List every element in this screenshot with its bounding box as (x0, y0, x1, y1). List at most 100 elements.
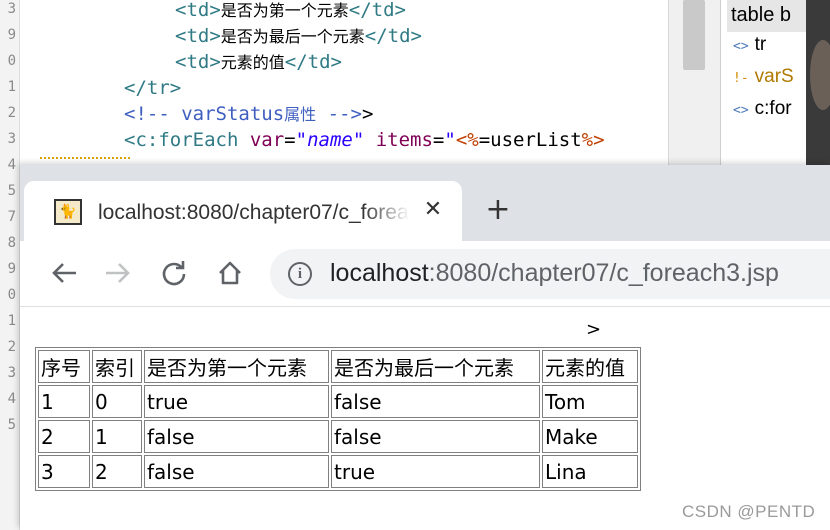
url-text[interactable]: localhost:8080/chapter07/c_foreach3.jsp (330, 259, 779, 288)
code-token: 元素的值 (220, 53, 285, 72)
line-number: 4 (7, 391, 16, 407)
code-token: <c:forEach (124, 129, 250, 151)
code-token: var (249, 129, 285, 151)
table-cell: 0 (92, 385, 142, 418)
code-token: <!-- varStatus (124, 103, 285, 125)
comment-node-icon: !- (733, 71, 749, 86)
browser-toolbar: i localhost:8080/chapter07/c_foreach3.js… (20, 241, 830, 307)
code-token: <% (455, 129, 479, 151)
code-token: </td> (364, 25, 422, 47)
code-token: <td> (175, 25, 221, 47)
table-body: 1 0 true false Tom 2 1 false false Make 3 2 false tru… (38, 385, 638, 488)
outline-item[interactable]: <> tr (733, 34, 807, 56)
code-token: 属性 (284, 105, 317, 124)
code-token: > (361, 103, 374, 125)
table-cell: 2 (38, 420, 90, 453)
table-header-row: 序号 索引 是否为第一个元素 是否为最后一个元素 元素的值 (38, 350, 638, 383)
page-content: > 序号 索引 是否为第一个元素 是否为最后一个元素 元素的值 1 0 true false T… (20, 307, 830, 530)
table-cell: true (331, 455, 540, 488)
reload-icon[interactable] (156, 255, 192, 291)
address-bar[interactable]: i localhost:8080/chapter07/c_foreach3.js… (270, 249, 830, 299)
browser-window: 🐈 localhost:8080/chapter07/c_foreach3.js… (20, 165, 830, 530)
code-token: items (375, 129, 433, 151)
code-token: </tr> (124, 77, 182, 99)
forward-arrow-icon[interactable] (100, 255, 136, 291)
code-line[interactable]: <c:forEach var="name" items="<%=userList… (124, 127, 605, 153)
line-number: 3 (7, 131, 16, 147)
editor-scrollbar[interactable] (668, 0, 720, 172)
tab-strip: 🐈 localhost:8080/chapter07/c_foreach3.js… (20, 165, 830, 241)
line-number: 4 (7, 157, 16, 173)
element-node-icon: <> (733, 39, 749, 54)
line-number: 2 (7, 339, 16, 355)
site-info-icon[interactable]: i (288, 262, 312, 286)
code-token: = (284, 129, 296, 151)
line-number: 5 (7, 183, 16, 199)
code-token: <td> (175, 51, 221, 73)
tab-title: localhost:8080/chapter07/c_foreach3.jsp (98, 201, 410, 224)
new-tab-button[interactable]: + (480, 193, 516, 229)
scrollbar-thumb[interactable] (683, 0, 705, 70)
code-token: 是否为最后一个元素 (220, 27, 365, 46)
table-cell: Lina (542, 455, 638, 488)
outline-item[interactable]: !- varS (733, 66, 807, 88)
close-tab-icon[interactable]: ✕ (418, 195, 448, 225)
line-number: 2 (7, 105, 16, 121)
table-row: 3 2 false true Lina (38, 455, 638, 488)
column-header: 是否为第一个元素 (144, 350, 329, 383)
code-line[interactable]: <td>是否为最后一个元素</td> (175, 23, 422, 50)
code-line[interactable]: <td>元素的值</td> (175, 49, 342, 76)
watermark: CSDN @PENTD (682, 502, 816, 521)
code-token: =userList (478, 129, 582, 151)
home-icon[interactable] (212, 255, 248, 291)
table-cell: false (144, 455, 329, 488)
table-cell: 2 (92, 455, 142, 488)
line-number: 9 (7, 261, 16, 277)
table-cell: true (144, 385, 329, 418)
line-number: 3 (7, 1, 16, 17)
line-number: 9 (7, 27, 16, 43)
code-editor[interactable]: <td>是否为第一个元素</td> <td>是否为最后一个元素</td> <td>元… (0, 0, 830, 172)
column-header: 序号 (38, 350, 90, 383)
code-token: = (432, 129, 445, 151)
line-number: 1 (7, 313, 16, 329)
line-number: 8 (7, 235, 16, 251)
outline-item-label: varS (754, 66, 794, 87)
code-token: " (444, 129, 456, 151)
code-token: --> (316, 103, 362, 125)
code-line[interactable]: </tr> (124, 75, 181, 101)
table-cell: false (331, 385, 540, 418)
line-number: 5 (7, 417, 16, 433)
tomcat-favicon-icon: 🐈 (54, 199, 82, 225)
code-token: %> (581, 129, 605, 151)
background-blur (810, 40, 830, 110)
table-row: 1 0 true false Tom (38, 385, 638, 418)
code-token: </td> (284, 51, 342, 73)
foreach-result-table: 序号 索引 是否为第一个元素 是否为最后一个元素 元素的值 1 0 true false Tom… (35, 347, 641, 491)
line-number-gutter: 3 9 0 1 2 3 4 5 7 8 9 0 1 2 3 4 5 (0, 0, 20, 530)
table-cell: Tom (542, 385, 638, 418)
code-line[interactable]: <td>是否为第一个元素</td> (175, 0, 406, 24)
table-cell: 1 (38, 385, 90, 418)
code-token: <td> (175, 0, 221, 21)
line-number: 3 (7, 365, 16, 381)
line-number: 0 (7, 287, 16, 303)
outline-item[interactable]: <> c:for (733, 98, 807, 120)
url-path: :8080/chapter07/c_foreach3.jsp (428, 259, 779, 287)
column-header: 是否为最后一个元素 (331, 350, 540, 383)
column-header: 元素的值 (542, 350, 638, 383)
table-cell: false (144, 420, 329, 453)
element-node-icon: <> (733, 103, 749, 118)
stray-text: > (586, 319, 602, 340)
code-line[interactable]: <!-- varStatus属性 -->> (124, 101, 373, 128)
outline-panel: table b <> tr !- varS <> c:for (720, 0, 807, 172)
back-arrow-icon[interactable] (46, 255, 82, 291)
outline-item-label: tr (754, 34, 767, 55)
code-token: </td> (348, 0, 406, 21)
column-header: 索引 (92, 350, 142, 383)
url-host: localhost (330, 259, 429, 287)
table-cell: 3 (38, 455, 90, 488)
line-number: 1 (7, 79, 16, 95)
line-number: 7 (7, 209, 16, 225)
